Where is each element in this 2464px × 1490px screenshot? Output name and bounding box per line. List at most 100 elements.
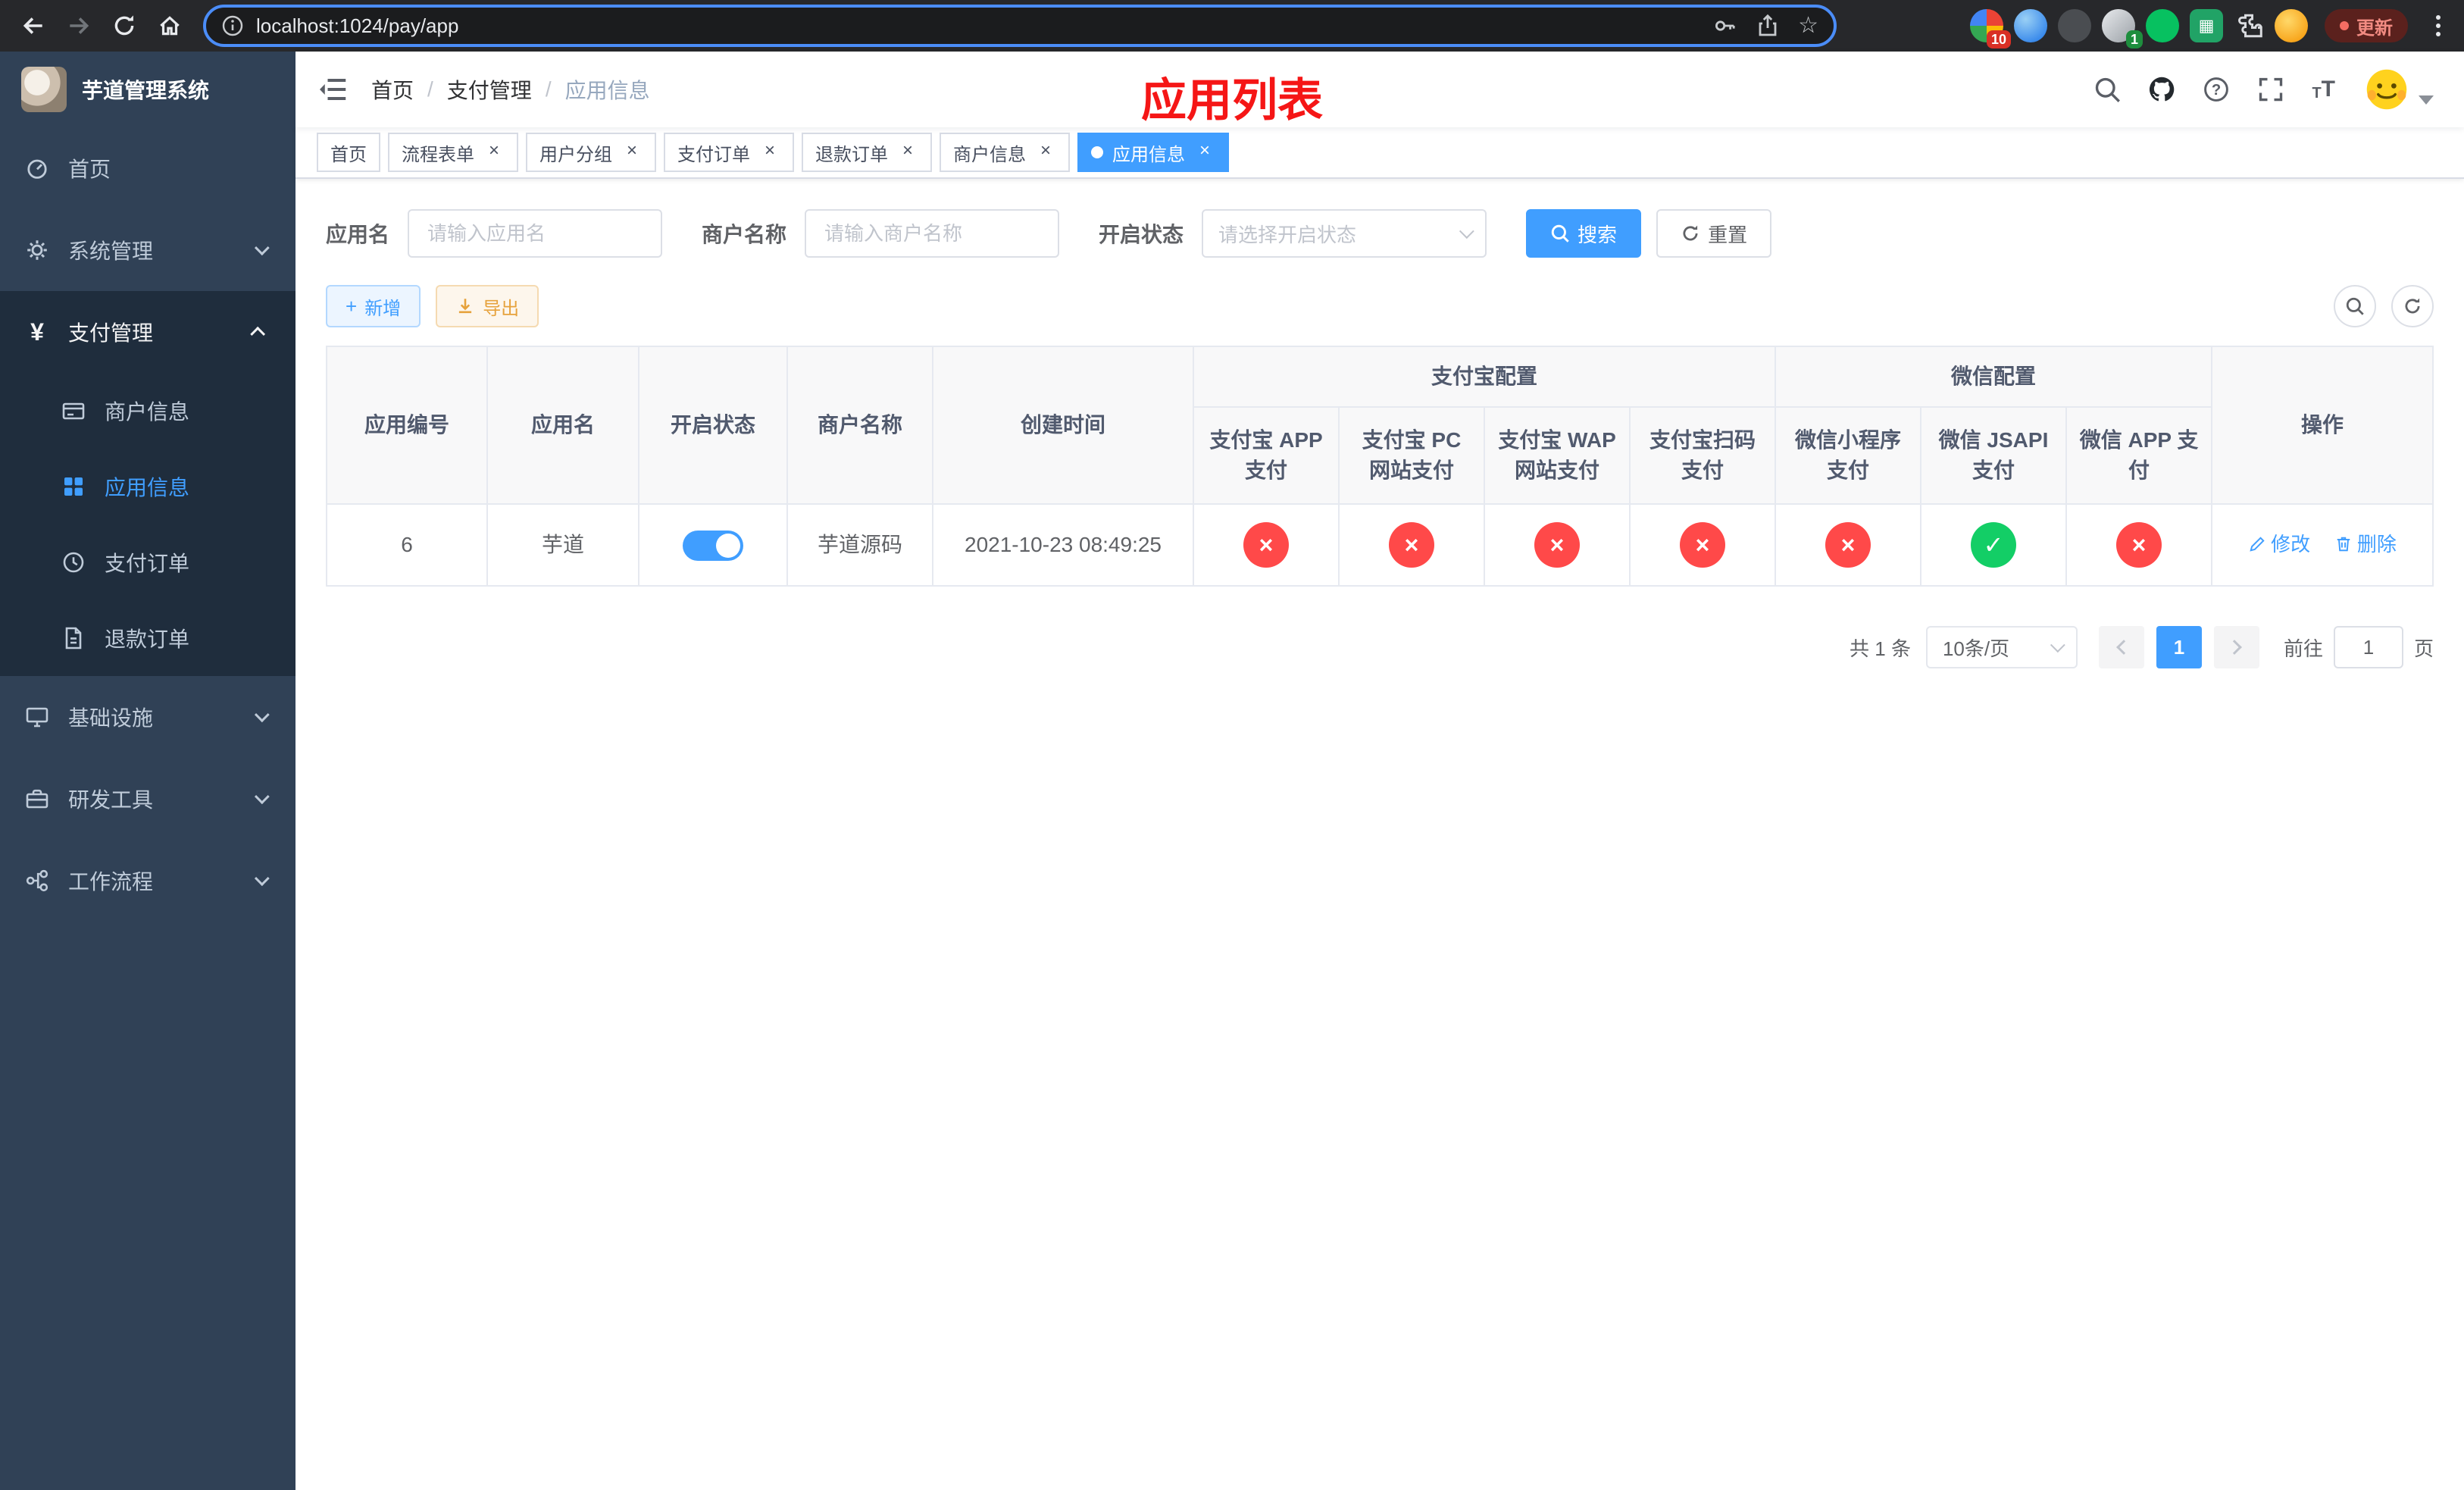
sidebar-item-system[interactable]: 系统管理 (0, 209, 295, 291)
refresh-icon (2405, 298, 2420, 314)
password-key-icon[interactable] (1713, 14, 1737, 38)
breadcrumb-separator: / (545, 77, 552, 101)
tag-app-info[interactable]: 应用信息 × (1077, 133, 1229, 172)
extensions-puzzle-icon[interactable] (2234, 11, 2264, 41)
header-search-button[interactable] (2080, 52, 2134, 127)
address-bar[interactable]: localhost:1024/pay/app ☆ (203, 5, 1837, 47)
url-text[interactable]: localhost:1024/pay/app (256, 14, 458, 38)
goto-page-input[interactable] (2333, 626, 2403, 668)
browser-reload-button[interactable] (103, 5, 145, 47)
help-button[interactable]: ? (2189, 52, 2244, 127)
merchant-name-input[interactable] (805, 209, 1060, 258)
toggle-search-button[interactable] (2334, 285, 2376, 327)
extension-icon-pinwheel[interactable]: 10 (1970, 9, 2011, 49)
bookmark-star-icon[interactable]: ☆ (1798, 14, 1818, 37)
page-size-select[interactable]: 10条/页 (1925, 626, 2078, 668)
table-toolbar: + 新增 导出 (326, 285, 2434, 327)
sidebar-item-label: 研发工具 (68, 788, 154, 812)
status-toggle[interactable] (683, 530, 743, 561)
browser-avatar-icon[interactable] (2275, 9, 2308, 42)
tags-view: 首页 流程表单 × 用户分组 × 支付订单 × 退款订单 × 商户信息 × 应用… (295, 127, 2464, 179)
breadcrumb-home[interactable]: 首页 (371, 74, 414, 105)
tag-close-icon[interactable]: × (621, 142, 643, 163)
browser-back-button[interactable] (12, 5, 55, 47)
main-area: 应用列表 首页 / 支付管理 / 应用信息 ? T T 首页 流程表单 × 用户… (295, 52, 2464, 1490)
browser-home-button[interactable] (149, 5, 191, 47)
font-size-icon: TT (2312, 77, 2335, 102)
browser-menu-kebab-icon[interactable] (2425, 6, 2452, 45)
font-size-button[interactable]: TT (2298, 52, 2349, 127)
add-button[interactable]: + 新增 (326, 285, 421, 327)
tag-close-icon[interactable]: × (483, 142, 505, 163)
filter-app-name: 应用名 (326, 209, 663, 258)
tag-close-icon[interactable]: × (1194, 142, 1215, 163)
site-info-icon[interactable] (221, 14, 244, 37)
tag-merchant-info[interactable]: 商户信息 × (940, 133, 1070, 172)
pagination: 共 1 条 10条/页 1 前往 页 (326, 626, 2434, 668)
chevron-down-icon (254, 871, 270, 887)
sidebar-logo[interactable]: 芋道管理系统 (0, 52, 295, 127)
sidebar-item-merchant-info[interactable]: 商户信息 (0, 373, 295, 449)
browser-update-button[interactable]: 更新 (2325, 9, 2408, 42)
extension-badge: 1 (2125, 30, 2143, 49)
page-number-button[interactable]: 1 (2156, 626, 2202, 668)
extension-icon-dark[interactable] (2058, 9, 2091, 42)
extension-icon-wechat-devtools[interactable] (2146, 9, 2179, 42)
app-name-input[interactable] (408, 209, 663, 258)
plus-icon: + (346, 295, 358, 318)
tag-close-icon[interactable]: × (759, 142, 780, 163)
user-menu[interactable] (2349, 67, 2443, 112)
sidebar-item-home[interactable]: 首页 (0, 127, 295, 209)
extension-badge: 10 (1986, 30, 2011, 49)
share-icon[interactable] (1756, 14, 1780, 38)
page-size-value: 10条/页 (1942, 637, 2010, 660)
search-button[interactable]: 搜索 (1526, 209, 1642, 258)
cell-app-id: 6 (326, 503, 488, 587)
pencil-icon (2250, 536, 2265, 552)
sidebar-item-app-info[interactable]: 应用信息 (0, 449, 295, 524)
refresh-table-button[interactable] (2391, 285, 2434, 327)
chevron-down-icon (254, 789, 270, 805)
tag-pay-order[interactable]: 支付订单 × (664, 133, 794, 172)
browser-forward-button[interactable] (58, 5, 100, 47)
sidebar-item-refund-order[interactable]: 退款订单 (0, 600, 295, 676)
refresh-icon (1683, 225, 1698, 241)
tag-close-icon[interactable]: × (897, 142, 918, 163)
edit-link[interactable]: 修改 (2248, 529, 2310, 559)
sidebar-toggle-button[interactable] (295, 52, 371, 127)
address-bar-actions: ☆ (1713, 14, 1818, 38)
sidebar-item-infrastructure[interactable]: 基础设施 (0, 676, 295, 758)
sidebar-item-devtools[interactable]: 研发工具 (0, 758, 295, 840)
extension-icon-profile[interactable]: 1 (2102, 9, 2143, 49)
cell-operations: 修改 删除 (2211, 503, 2434, 587)
sidebar-item-workflow[interactable]: 工作流程 (0, 840, 295, 922)
prev-page-button[interactable] (2098, 626, 2144, 668)
order-clock-icon (61, 549, 86, 575)
column-header-wx-jsapi: 微信 JSAPI 支付 (1920, 406, 2068, 505)
column-group-wechat: 微信配置 (1775, 346, 2213, 408)
reset-button[interactable]: 重置 (1656, 209, 1772, 258)
breadcrumb-payment[interactable]: 支付管理 (447, 74, 532, 105)
status-select[interactable]: 请选择开启状态 (1202, 209, 1487, 258)
next-page-button[interactable] (2213, 626, 2259, 668)
tag-close-icon[interactable]: × (1035, 142, 1056, 163)
back-arrow-icon (23, 17, 42, 34)
github-link-button[interactable] (2134, 52, 2189, 127)
export-button[interactable]: 导出 (436, 285, 539, 327)
search-icon (2096, 77, 2121, 102)
sidebar-item-pay-order[interactable]: 支付订单 (0, 524, 295, 600)
tag-home[interactable]: 首页 (317, 133, 380, 172)
update-dot (2340, 21, 2349, 30)
column-header-created: 创建时间 (932, 346, 1194, 505)
extension-icon-green-grid[interactable]: ▦ (2190, 9, 2223, 42)
delete-link[interactable]: 删除 (2334, 529, 2397, 559)
sidebar-item-payment[interactable]: ¥ 支付管理 (0, 291, 295, 373)
tag-refund-order[interactable]: 退款订单 × (802, 133, 932, 172)
tag-process-form[interactable]: 流程表单 × (388, 133, 518, 172)
extension-icon-gem[interactable] (2014, 9, 2047, 42)
tag-label: 流程表单 (402, 144, 474, 165)
status-cross-icon: × (2116, 522, 2162, 568)
tag-user-group[interactable]: 用户分组 × (526, 133, 656, 172)
status-cross-icon: × (1243, 522, 1289, 568)
fullscreen-button[interactable] (2244, 52, 2298, 127)
